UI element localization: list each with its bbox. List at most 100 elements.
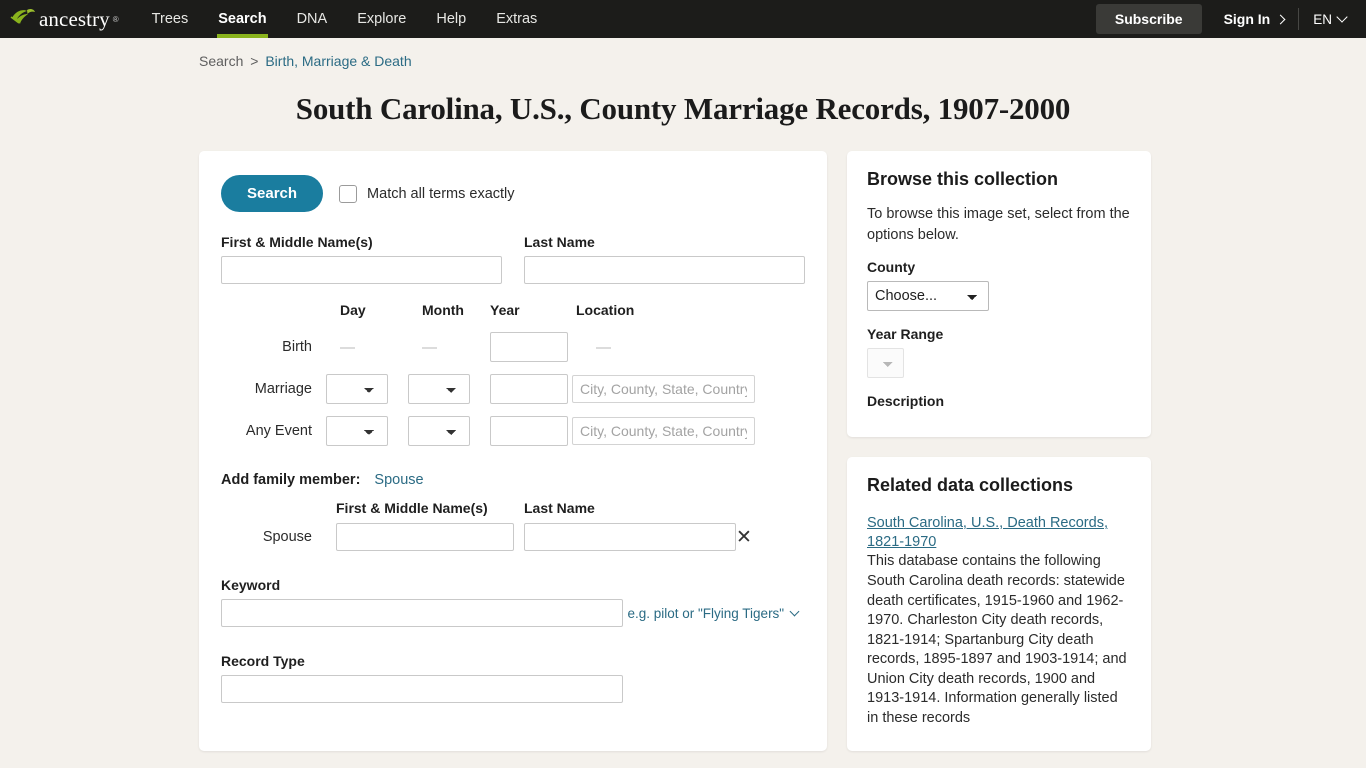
spouse-first-name-header: First & Middle Name(s)	[336, 500, 488, 517]
county-select[interactable]: Choose...	[867, 281, 989, 312]
marriage-month-select[interactable]	[408, 374, 470, 405]
spouse-last-name-input[interactable]	[524, 523, 736, 552]
record-type-group: Record Type	[221, 653, 805, 704]
any-event-day-cell	[326, 416, 408, 447]
first-name-group: First & Middle Name(s)	[221, 234, 502, 285]
page-content: Search Match all terms exactly First & M…	[0, 151, 1366, 768]
keyword-hint-toggle[interactable]: e.g. pilot or "Flying Tigers"	[627, 606, 800, 622]
any-event-year-input[interactable]	[490, 416, 568, 447]
birth-year-input[interactable]	[490, 332, 568, 363]
marriage-location-cell	[572, 375, 805, 404]
record-type-label: Record Type	[221, 653, 305, 670]
marriage-year-input[interactable]	[490, 374, 568, 405]
page-title: South Carolina, U.S., County Marriage Re…	[295, 91, 1071, 126]
match-exactly-label: Match all terms exactly	[367, 185, 515, 202]
record-type-input[interactable]	[221, 675, 623, 704]
sidebar: Browse this collection To browse this im…	[847, 151, 1151, 768]
county-label: County	[867, 259, 916, 276]
breadcrumb-current[interactable]: Birth, Marriage & Death	[265, 53, 411, 69]
related-panel-title: Related data collections	[867, 475, 1074, 496]
birth-day-placeholder: —	[340, 338, 355, 356]
any-event-location-cell	[572, 417, 805, 446]
sign-in-label: Sign In	[1223, 11, 1271, 27]
column-header-month: Month	[422, 302, 464, 319]
last-name-label: Last Name	[524, 234, 595, 251]
column-header-location: Location	[576, 302, 635, 319]
top-navbar: ancestry ® Trees Search DNA Explore Help…	[0, 0, 1366, 38]
any-event-month-select[interactable]	[408, 416, 470, 447]
spouse-fields-grid: First & Middle Name(s) Last Name Spouse …	[221, 500, 805, 552]
nav-item-extras[interactable]: Extras	[481, 0, 552, 38]
marriage-month-cell	[408, 374, 490, 405]
browse-collection-panel: Browse this collection To browse this im…	[847, 151, 1151, 438]
breadcrumb-root[interactable]: Search	[199, 53, 243, 69]
related-collection-description: This database contains the following Sou…	[867, 553, 1127, 726]
match-exactly-checkbox[interactable]	[339, 184, 358, 203]
last-name-input[interactable]	[524, 256, 805, 285]
leaf-icon	[10, 6, 36, 33]
birth-year-cell	[490, 332, 572, 363]
related-collections-panel: Related data collections South Carolina,…	[847, 457, 1151, 751]
keyword-hint-text: e.g. pilot or "Flying Tigers"	[627, 606, 785, 622]
nav-item-help[interactable]: Help	[421, 0, 481, 38]
language-label: EN	[1313, 11, 1332, 27]
add-family-member-row: Add family member: Spouse	[221, 472, 805, 488]
last-name-group: Last Name	[524, 234, 805, 285]
browse-panel-title: Browse this collection	[867, 169, 1059, 190]
spouse-first-name-cell	[326, 523, 514, 552]
spouse-first-name-input[interactable]	[336, 523, 514, 552]
language-selector[interactable]: EN	[1299, 11, 1354, 27]
brand-text: ancestry	[39, 6, 110, 31]
brand-trademark: ®	[112, 14, 119, 24]
related-collection-link[interactable]: South Carolina, U.S., Death Records, 182…	[867, 515, 1108, 550]
search-button[interactable]: Search	[221, 175, 324, 213]
chevron-down-icon	[1336, 11, 1348, 23]
any-event-location-input[interactable]	[572, 417, 755, 446]
browse-panel-intro: To browse this image set, select from th…	[867, 206, 1130, 243]
birth-month-placeholder: —	[422, 338, 437, 356]
breadcrumb: Search > Birth, Marriage & Death	[0, 38, 1366, 69]
related-item: South Carolina, U.S., Death Records, 182…	[867, 514, 1131, 728]
any-event-day-select[interactable]	[326, 416, 388, 447]
any-event-year-cell	[490, 416, 572, 447]
chevron-right-icon	[1275, 14, 1286, 24]
search-form-card: Search Match all terms exactly First & M…	[199, 151, 827, 752]
primary-nav: Trees Search DNA Explore Help Extras	[137, 0, 553, 38]
nav-item-search[interactable]: Search	[203, 0, 281, 38]
column-header-day: Day	[340, 302, 366, 319]
breadcrumb-separator: >	[250, 53, 259, 69]
year-range-label: Year Range	[867, 326, 944, 343]
column-header-year: Year	[490, 302, 520, 319]
nav-item-dna[interactable]: DNA	[282, 0, 343, 38]
any-event-month-cell	[408, 416, 490, 447]
nav-item-trees[interactable]: Trees	[137, 0, 204, 38]
birth-location-placeholder: —	[596, 338, 611, 356]
add-spouse-link[interactable]: Spouse	[374, 472, 423, 488]
description-label: Description	[867, 393, 945, 410]
marriage-year-cell	[490, 374, 572, 405]
subscribe-button[interactable]: Subscribe	[1095, 4, 1202, 34]
spouse-last-name-cell	[514, 523, 736, 552]
spouse-last-name-header: Last Name	[524, 500, 595, 517]
search-action-row: Search Match all terms exactly	[221, 175, 805, 213]
first-name-input[interactable]	[221, 256, 502, 285]
marriage-day-cell	[326, 374, 408, 405]
year-range-select[interactable]	[867, 348, 904, 379]
keyword-input[interactable]	[221, 599, 623, 628]
remove-spouse-icon[interactable]: ✕	[729, 528, 759, 547]
marriage-location-input[interactable]	[572, 375, 755, 404]
row-label-birth: Birth	[282, 339, 312, 356]
event-date-grid: Day Month Year Location Birth — — — Marr…	[221, 302, 805, 447]
spouse-row-label: Spouse	[262, 529, 312, 546]
nav-item-explore[interactable]: Explore	[342, 0, 421, 38]
keyword-group: Keyword e.g. pilot or "Flying Tigers"	[221, 577, 805, 628]
keyword-label: Keyword	[221, 577, 281, 594]
navbar-right-group: Subscribe Sign In EN	[1095, 0, 1366, 38]
chevron-down-icon	[789, 606, 800, 617]
match-exactly-group[interactable]: Match all terms exactly	[339, 184, 515, 203]
add-family-member-label: Add family member:	[221, 472, 361, 489]
ancestry-logo[interactable]: ancestry ®	[0, 0, 137, 38]
sign-in-link[interactable]: Sign In	[1202, 11, 1299, 27]
marriage-day-select[interactable]	[326, 374, 388, 405]
name-fields-row: First & Middle Name(s) Last Name	[221, 234, 805, 285]
